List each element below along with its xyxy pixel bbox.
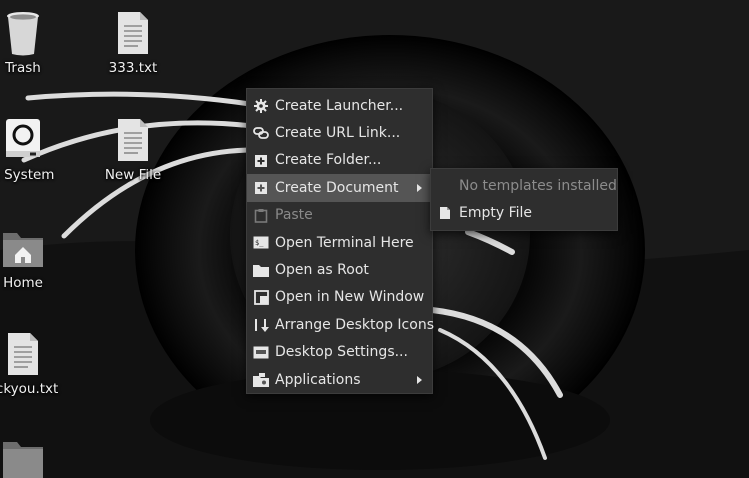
- new-folder-icon: [253, 153, 269, 169]
- text-file-icon: [0, 331, 68, 377]
- desktop-icon-trash[interactable]: Trash: [0, 10, 68, 76]
- menu-item-create-url-link[interactable]: Create URL Link...: [247, 119, 432, 146]
- menu-item-paste[interactable]: Paste: [247, 202, 432, 229]
- menu-item-desktop-settings[interactable]: Desktop Settings...: [247, 339, 432, 366]
- menu-item-open-terminal-here[interactable]: $_ Open Terminal Here: [247, 229, 432, 256]
- desktop-icon-label: 333.txt: [108, 60, 158, 76]
- menu-item-label: Empty File: [459, 205, 533, 222]
- desktop-icon-file-system[interactable]: e System: [0, 117, 68, 183]
- desktop-context-menu: Create Launcher... Create URL Link... Cr…: [246, 88, 434, 394]
- link-icon: [253, 125, 269, 141]
- menu-item-label: Arrange Desktop Icons: [275, 316, 434, 333]
- menu-item-label: Create Launcher...: [275, 97, 404, 114]
- gear-icon: [253, 98, 269, 114]
- desktop-icon-new-file[interactable]: New File: [88, 117, 178, 183]
- desktop-icon-home[interactable]: Home: [0, 225, 68, 291]
- menu-item-empty-file[interactable]: Empty File: [431, 199, 617, 226]
- clipboard-icon: [253, 208, 269, 224]
- no-templates-message: No templates installed: [431, 172, 617, 199]
- desktop-settings-icon: [253, 345, 269, 361]
- menu-item-label: Create Document: [275, 179, 399, 196]
- menu-item-applications[interactable]: Applications: [247, 366, 432, 393]
- menu-item-label: Open Terminal Here: [275, 234, 414, 251]
- folder-icon: [0, 438, 68, 478]
- trash-icon: [0, 10, 68, 56]
- desktop-icon-rockyou-txt[interactable]: ockyou.txt: [0, 331, 68, 397]
- desktop-icon-label: ockyou.txt: [0, 381, 59, 397]
- home-folder-icon: [0, 225, 68, 271]
- menu-item-label: Desktop Settings...: [275, 344, 408, 361]
- document-icon: [437, 205, 453, 221]
- desktop-icon-333-txt[interactable]: 333.txt: [88, 10, 178, 76]
- submenu-info-label: No templates installed: [459, 177, 617, 194]
- menu-item-label: Open as Root: [275, 262, 369, 279]
- folder-icon: [253, 262, 269, 278]
- menu-item-label: Applications: [275, 371, 361, 388]
- applications-icon: [253, 372, 269, 388]
- menu-item-label: Create Folder...: [275, 152, 382, 169]
- menu-item-create-document[interactable]: Create Document: [247, 174, 432, 202]
- create-document-submenu: No templates installed Empty File: [430, 168, 618, 231]
- menu-item-create-launcher[interactable]: Create Launcher...: [247, 92, 432, 119]
- submenu-arrow-icon: [417, 375, 422, 384]
- menu-item-open-in-new-window[interactable]: Open in New Window: [247, 284, 432, 311]
- desktop-icon-label: e System: [0, 167, 55, 183]
- menu-item-open-as-root[interactable]: Open as Root: [247, 256, 432, 283]
- desktop-icon-folder[interactable]: [0, 438, 68, 478]
- terminal-icon: $_: [253, 235, 269, 251]
- text-file-icon: [88, 117, 178, 163]
- menu-item-label: Paste: [275, 207, 313, 224]
- desktop-icon-label: Trash: [5, 60, 41, 76]
- svg-text:$_: $_: [255, 239, 264, 247]
- file-system-icon: [0, 117, 68, 163]
- desktop-icon-label: Home: [3, 275, 43, 291]
- menu-item-label: Open in New Window: [275, 289, 425, 306]
- submenu-arrow-icon: [417, 184, 422, 193]
- text-file-icon: [88, 10, 178, 56]
- new-window-icon: [253, 290, 269, 306]
- menu-item-create-folder[interactable]: Create Folder...: [247, 147, 432, 174]
- menu-item-arrange-desktop-icons[interactable]: Arrange Desktop Icons: [247, 311, 434, 338]
- new-document-icon: [253, 180, 269, 196]
- sort-down-icon: [253, 317, 269, 333]
- desktop-icon-label: New File: [104, 167, 162, 183]
- menu-item-label: Create URL Link...: [275, 125, 401, 142]
